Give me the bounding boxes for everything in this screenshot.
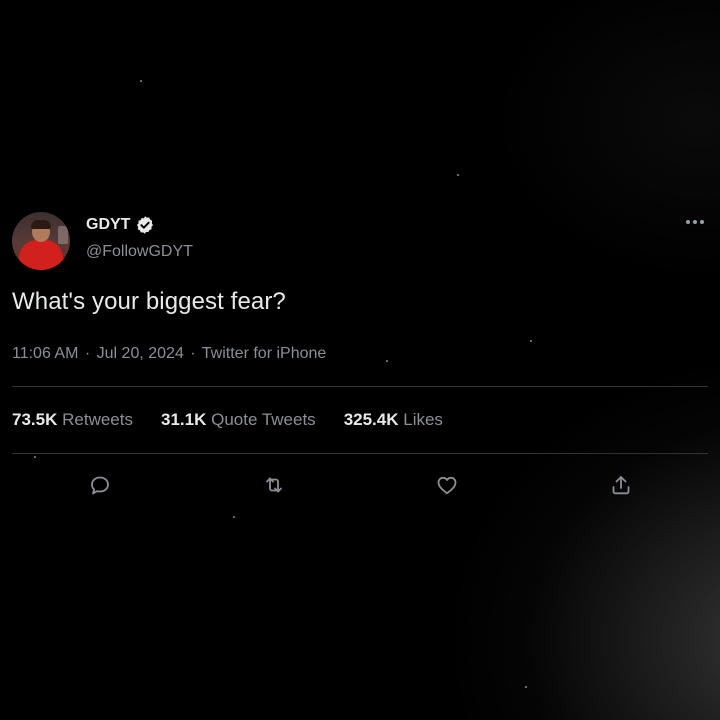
dust-speck bbox=[140, 80, 142, 82]
dust-speck bbox=[233, 516, 235, 518]
likes-label: Likes bbox=[403, 410, 443, 429]
dust-speck bbox=[34, 456, 36, 458]
retweets-label: Retweets bbox=[62, 410, 133, 429]
divider-bottom bbox=[12, 453, 708, 454]
likes-stat[interactable]: 325.4K Likes bbox=[344, 410, 443, 430]
retweet-icon[interactable] bbox=[261, 472, 287, 498]
divider-top bbox=[12, 386, 708, 387]
author-name[interactable]: GDYT bbox=[86, 216, 130, 234]
dust-speck bbox=[530, 340, 532, 342]
tweet-stats: 73.5K Retweets 31.1K Quote Tweets 325.4K… bbox=[12, 410, 443, 430]
verified-badge-icon bbox=[135, 215, 155, 235]
quote-tweets-label: Quote Tweets bbox=[211, 410, 316, 429]
tweet-card: GDYT @FollowGDYT What's your biggest fea… bbox=[0, 0, 720, 720]
avatar[interactable] bbox=[12, 212, 70, 270]
tweet-source[interactable]: Twitter for iPhone bbox=[202, 345, 327, 362]
quote-tweets-count: 31.1K bbox=[160, 410, 207, 429]
author-name-row: GDYT bbox=[86, 213, 155, 237]
meta-separator: · bbox=[84, 345, 91, 362]
reply-icon[interactable] bbox=[87, 472, 113, 498]
dust-speck bbox=[457, 174, 459, 176]
share-icon[interactable] bbox=[608, 472, 634, 498]
likes-count: 325.4K bbox=[343, 410, 399, 429]
tweet-time[interactable]: 11:06 AM bbox=[12, 345, 78, 362]
author-handle[interactable]: @FollowGDYT bbox=[86, 243, 193, 261]
tweet-date[interactable]: Jul 20, 2024 bbox=[97, 345, 184, 362]
retweets-count: 73.5K bbox=[12, 410, 58, 429]
meta-separator: · bbox=[190, 345, 196, 362]
quote-tweets-stat[interactable]: 31.1K Quote Tweets bbox=[161, 410, 316, 430]
more-options-icon[interactable] bbox=[682, 213, 708, 231]
dust-speck bbox=[386, 360, 388, 362]
tweet-meta: 11:06 AM · Jul 20, 2024 · Twitter for iP… bbox=[12, 345, 326, 363]
heart-icon[interactable] bbox=[434, 472, 460, 498]
tweet-text: What's your biggest fear? bbox=[12, 288, 286, 315]
retweets-stat[interactable]: 73.5K Retweets bbox=[12, 410, 133, 430]
dust-speck bbox=[525, 686, 527, 688]
